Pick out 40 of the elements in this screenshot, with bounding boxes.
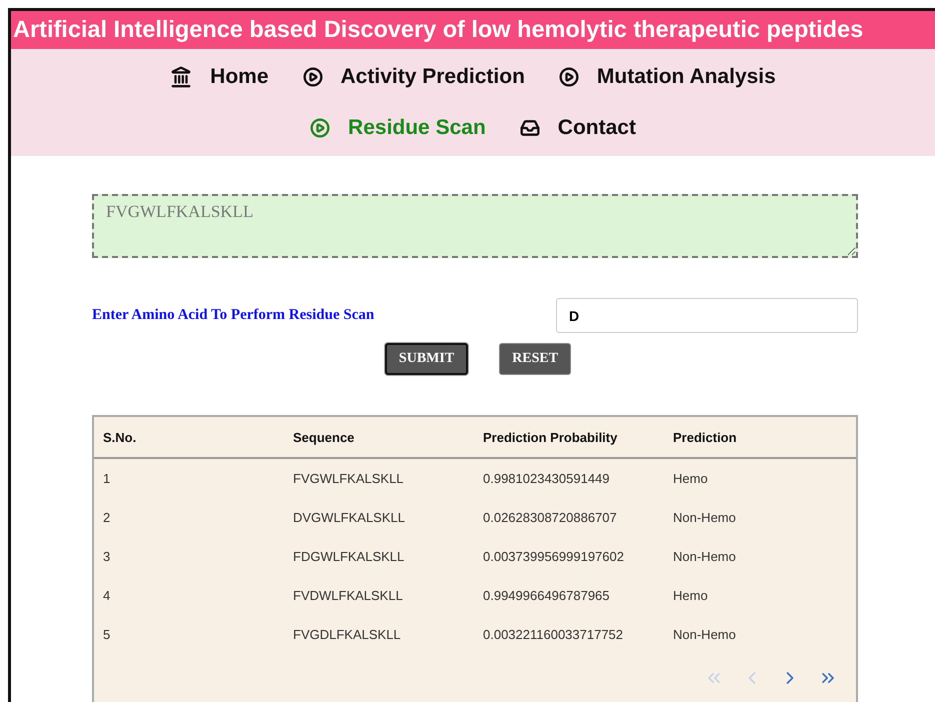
- bank-icon: [170, 66, 192, 88]
- nav-link[interactable]: Mutation Analysis: [558, 65, 776, 89]
- nav-link[interactable]: Activity Prediction: [302, 65, 525, 89]
- sequence-field[interactable]: FVGWLFKALSKLL: [92, 194, 858, 258]
- submit-button[interactable]: SUBMIT: [384, 343, 468, 375]
- table-cell-text: FDGWLFKALSKLL: [292, 548, 406, 566]
- nav-link[interactable]: Home: [170, 65, 269, 89]
- nav-link[interactable]: Contact: [520, 116, 636, 140]
- reset-button[interactable]: RESET: [499, 343, 572, 375]
- play-circle-icon: [558, 67, 579, 87]
- table-cell-text: DVGWLFKALSKLL: [292, 509, 406, 527]
- table-cell-text: FVDWLFKALSKLL: [292, 587, 404, 605]
- table-cell-text: Non-Hemo: [672, 626, 737, 644]
- column-header: Sequence: [284, 417, 474, 458]
- table-cell: FVGWLFKALSKLL: [284, 458, 474, 498]
- table-cell-text: 0.003739956999197602: [482, 548, 625, 566]
- table-cell-text: 2: [102, 509, 112, 527]
- amino-acid-field[interactable]: D: [556, 298, 858, 333]
- table-cell: 0.9981023430591449: [474, 458, 664, 498]
- table-cell-text: Non-Hemo: [672, 509, 737, 527]
- table-cell-text: Non-Hemo: [672, 548, 737, 566]
- table-cell-text: 4: [102, 587, 112, 605]
- table-cell-text: Hemo: [672, 587, 709, 605]
- table-cell: Hemo: [664, 458, 856, 498]
- table-cell-text: 5: [102, 626, 112, 644]
- table-cell-text: 3: [102, 548, 112, 566]
- table-cell-text: 0.9949966496787965: [482, 587, 611, 605]
- play-circle-icon: [302, 67, 323, 87]
- inbox-icon: [520, 118, 540, 138]
- play-circle-icon: [310, 118, 330, 138]
- table-cell-text: 0.02628308720886707: [482, 509, 618, 527]
- table-cell-text: 0.003221160033717752: [482, 626, 624, 644]
- amino-acid-label: Enter Amino Acid To Perform Residue Scan: [92, 307, 374, 324]
- column-header: Prediction: [664, 417, 856, 458]
- column-header: S.No.: [94, 417, 284, 458]
- table-cell-text: FVGDLFKALSKLL: [292, 626, 402, 644]
- nav-link[interactable]: Residue Scan: [310, 116, 486, 140]
- table-cell: 1: [94, 458, 284, 498]
- page-title: Artificial Intelligence based Discovery of low hemolytic therapeutic peptides: [11, 11, 935, 49]
- column-header: Prediction Probability: [474, 417, 664, 458]
